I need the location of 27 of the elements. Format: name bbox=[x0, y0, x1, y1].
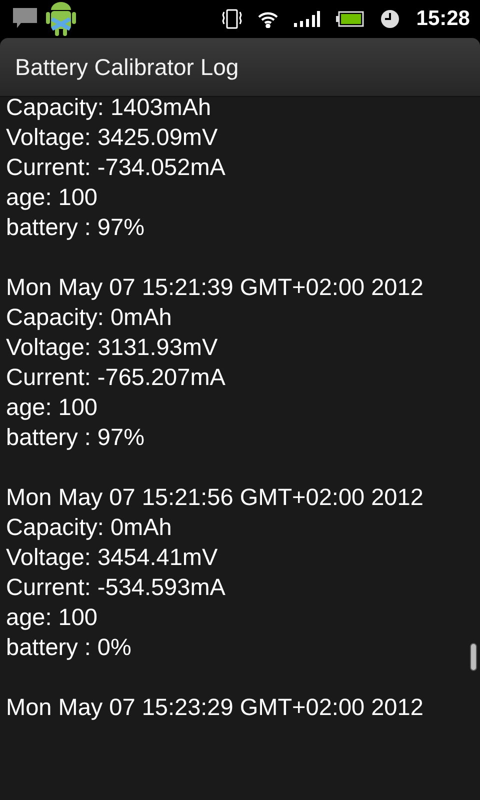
log-line: age: 100 bbox=[6, 603, 98, 632]
log-line: Voltage: 3454.41mV bbox=[6, 543, 218, 572]
log-line: Mon May 07 15:23:29 GMT+02:00 2012 bbox=[6, 693, 424, 722]
signal-icon bbox=[294, 11, 320, 27]
log-line: battery : 0% bbox=[6, 633, 132, 662]
log-line: Voltage: 3131.93mV bbox=[6, 333, 218, 362]
battery-icon bbox=[336, 11, 364, 27]
status-time: 15:28 bbox=[416, 6, 470, 32]
android-robot-icon bbox=[46, 1, 76, 37]
log-line: Current: -734.052mA bbox=[6, 153, 226, 182]
log-line: battery : 97% bbox=[6, 423, 144, 452]
log-line: Mon May 07 15:21:56 GMT+02:00 2012 bbox=[6, 483, 424, 512]
log-line: Capacity: 1403mAh bbox=[6, 97, 212, 122]
scrollbar-thumb[interactable] bbox=[470, 643, 477, 671]
log-line: Capacity: 0mAh bbox=[6, 303, 172, 332]
clock-icon bbox=[380, 9, 400, 29]
log-line: battery : 97% bbox=[6, 213, 144, 242]
wifi-icon bbox=[258, 10, 278, 28]
log-line: age: 100 bbox=[6, 393, 98, 422]
vibrate-icon bbox=[222, 8, 242, 30]
log-line: Current: -534.593mA bbox=[6, 573, 226, 602]
log-line: Capacity: 0mAh bbox=[6, 513, 172, 542]
screen-title: Battery Calibrator Log bbox=[15, 52, 239, 82]
log-line: Current: -765.207mA bbox=[6, 363, 226, 392]
log-line: Mon May 07 15:21:39 GMT+02:00 2012 bbox=[6, 273, 424, 302]
log-line: age: 100 bbox=[6, 183, 98, 212]
log-line: Voltage: 3425.09mV bbox=[6, 123, 218, 152]
